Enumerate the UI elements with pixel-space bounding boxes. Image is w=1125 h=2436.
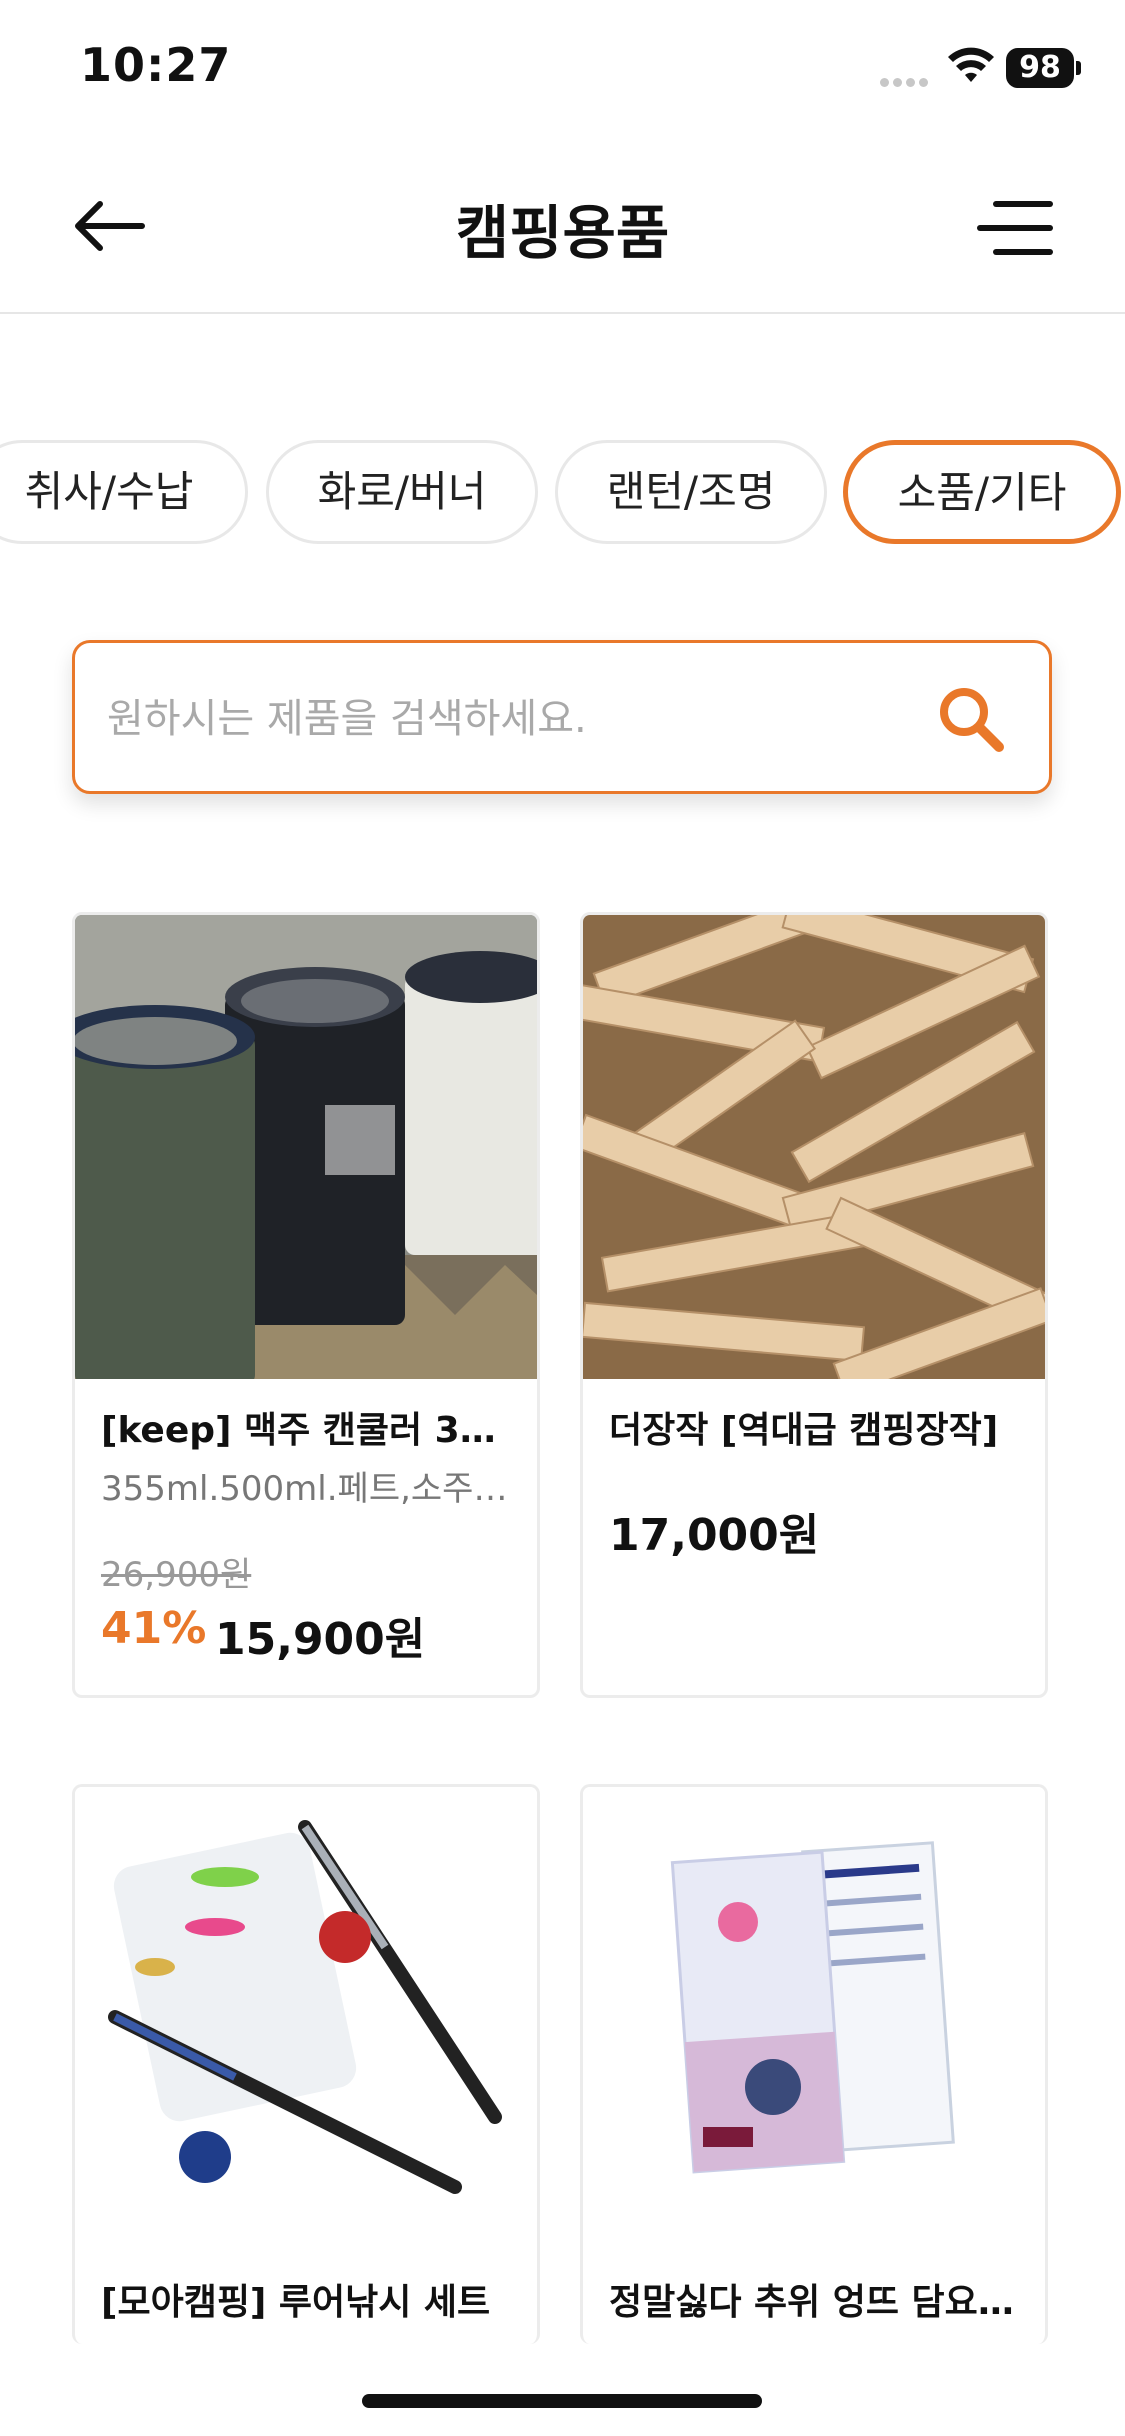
product-subtitle: 355ml.500ml.페트,소주병 … xyxy=(101,1469,511,1509)
product-price: 15,900원 xyxy=(215,1614,426,1665)
status-time: 10:27 xyxy=(80,38,232,92)
product-image-fishing-set xyxy=(75,1787,537,2251)
header: 캠핑용품 xyxy=(0,140,1125,314)
product-name: [keep] 맥주 캔쿨러 355ml… xyxy=(101,1410,511,1451)
cellular-icon xyxy=(880,72,932,87)
search-box xyxy=(72,640,1052,794)
original-price: 26,900원 xyxy=(101,1555,252,1595)
product-name: 더장작 [역대급 캠핑장작] xyxy=(609,1410,999,1451)
search-icon[interactable] xyxy=(933,681,1009,757)
home-indicator[interactable] xyxy=(362,2394,762,2408)
tab-accessories-etc[interactable]: 소품/기타 xyxy=(843,440,1121,544)
product-image-heat-pack xyxy=(583,1787,1045,2251)
page-title: 캠핑용품 xyxy=(455,199,670,267)
menu-icon[interactable] xyxy=(970,190,1066,266)
tab-cooking-storage[interactable]: 취사/수납 xyxy=(0,440,248,544)
battery-cap xyxy=(1076,61,1081,75)
product-card[interactable]: 더장작 [역대급 캠핑장작] 17,000원 xyxy=(580,912,1048,1698)
product-card[interactable]: 정말싫다 추위 엉뜨 담요핫… xyxy=(580,1784,1048,2344)
product-price: 17,000원 xyxy=(609,1510,820,1561)
status-bar: 10:27 98 xyxy=(0,0,1125,140)
product-image-firewood xyxy=(583,915,1045,1379)
product-card[interactable]: [모아캠핑] 루어낚시 세트 xyxy=(72,1784,540,2344)
category-tabs: 취사/수납 화로/버너 랜턴/조명 소품/기타 xyxy=(0,440,1125,550)
tab-fire-burner[interactable]: 화로/버너 xyxy=(266,440,538,544)
product-name: [모아캠핑] 루어낚시 세트 xyxy=(101,2282,491,2323)
product-card[interactable]: [keep] 맥주 캔쿨러 355ml… 355ml.500ml.페트,소주병 … xyxy=(72,912,540,1698)
tab-lantern-lighting[interactable]: 랜턴/조명 xyxy=(555,440,827,544)
product-image-can-cooler xyxy=(75,915,537,1379)
search-input[interactable] xyxy=(105,673,909,765)
wifi-icon xyxy=(948,47,994,82)
discount-rate: 41% xyxy=(101,1603,207,1654)
battery-indicator: 98 xyxy=(1006,48,1074,88)
product-name: 정말싫다 추위 엉뜨 담요핫… xyxy=(609,2282,1019,2323)
